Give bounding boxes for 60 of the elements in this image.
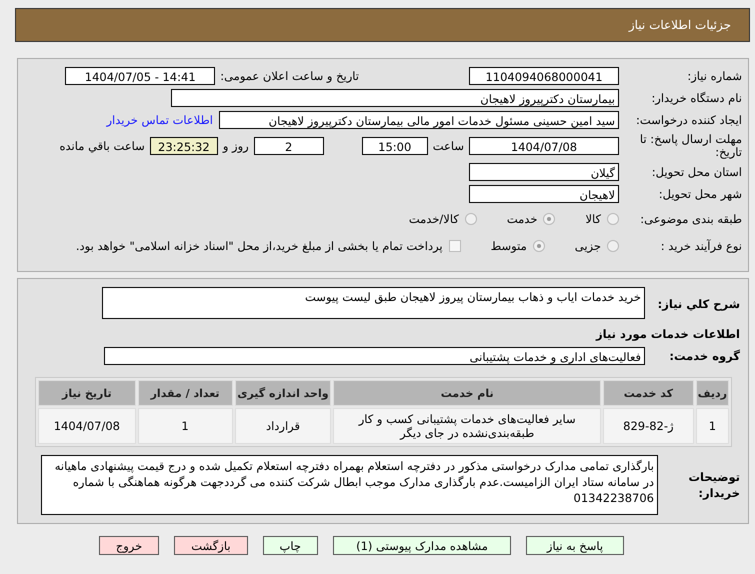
- radio-label: خدمت: [506, 212, 538, 226]
- table-cell: 1: [696, 408, 729, 444]
- radio-label: جزیی: [574, 238, 601, 252]
- table-cell: 1404/07/08: [38, 408, 136, 444]
- radio-button[interactable]: [532, 240, 545, 252]
- field-label: ساعت باقي مانده: [58, 139, 146, 153]
- checkbox-label: پرداخت تمام یا بخشی از مبلغ خرید،از محل "اسناد خزانه اسلامی" خواهد بود.: [76, 238, 443, 252]
- field-label: طبقه بندی موضوعی:: [639, 212, 743, 226]
- column-header: واحد اندازه گیری: [234, 380, 332, 406]
- column-header: کد خدمت: [602, 380, 694, 406]
- city-field: لاهیجان: [469, 185, 619, 203]
- radio-button[interactable]: [607, 240, 619, 252]
- column-header: تعداد / مقدار: [138, 380, 233, 406]
- radio-button[interactable]: [464, 212, 477, 224]
- field-label: شماره نیاز:: [686, 69, 743, 83]
- table-cell: 1: [138, 408, 233, 444]
- field-label: نوع فرآیند خرید :: [660, 238, 743, 252]
- section-heading: اطلاعات خدمات مورد نیاز: [596, 327, 741, 341]
- deadline-time-field: 15:00: [362, 137, 428, 155]
- column-header: نام خدمت: [333, 380, 601, 406]
- buyer-notes-field: بارگذاری تمامی مدارک درخواستی مذکور در دفترچه استعلام بهمراه دفترچه استعلام تکمیل شده و درج قیمت پیشنهادی ماهیانه در سامانه ستاد ایران الزامیست.عدم بارگذاری مدارک موجب ابطال شرکت کننده می گرددجهت هرگونه هماهنگی با شماره 01342238706: [41, 455, 658, 515]
- column-header: ردیف: [696, 380, 729, 406]
- field-label: مهلت ارسال پاسخ: تا تاریخ:: [638, 133, 743, 159]
- deadline-date-field: 1404/07/08: [469, 137, 619, 155]
- action-button[interactable]: چاپ: [262, 536, 318, 555]
- field-label: استان محل تحویل:: [650, 165, 743, 179]
- creator-field: سید امین حسینی مسئول خدمات امور مالی بیمارستان دکترپیروز لاهیجان: [219, 111, 619, 129]
- field-label: توضیحات خریدار:: [688, 469, 741, 501]
- radio-label: کالا/خدمت: [408, 212, 459, 226]
- column-header: تاریخ نیاز: [38, 380, 136, 406]
- radio-label: متوسط: [490, 238, 527, 252]
- announce-date-field: 1404/07/05 - 14:41: [65, 67, 216, 85]
- checkbox[interactable]: [448, 240, 461, 252]
- action-button[interactable]: خروج: [98, 536, 160, 555]
- field-label: تاریخ و ساعت اعلان عمومی:: [219, 69, 360, 83]
- action-button[interactable]: مشاهده مدارک پیوستی (1): [333, 536, 511, 555]
- page-title: جزئیات اطلاعات نیاز: [628, 18, 731, 32]
- days-field: 2: [254, 137, 324, 155]
- radio-button[interactable]: [607, 212, 619, 224]
- field-label: شرح کلي نياز:: [656, 297, 741, 311]
- table-cell: قرارداد: [234, 408, 332, 444]
- field-label: روز و: [221, 139, 250, 153]
- field-label: گروه خدمت:: [668, 349, 741, 363]
- buyer-field: بیمارستان دکترپیروز لاهیجان: [171, 89, 619, 107]
- radio-button[interactable]: [543, 212, 556, 224]
- buyer-contact-link[interactable]: اطلاعات تماس خریدار: [106, 113, 213, 127]
- field-label: ایجاد کننده درخواست:: [635, 113, 743, 127]
- service-group-field: فعالیت‌های اداری و خدمات پشتیبانی: [104, 347, 645, 365]
- action-button[interactable]: بازگشت: [174, 536, 248, 555]
- field-label: ساعت: [432, 139, 465, 153]
- description-field: خرید خدمات ایاب و ذهاب بیمارستان پیروز لاهیجان طبق لیست پیوست: [102, 287, 645, 319]
- field-label: نام دستگاه خریدار:: [650, 91, 743, 105]
- remaining-time-field: 23:25:32: [150, 137, 218, 155]
- action-button[interactable]: پاسخ به نیاز: [526, 536, 624, 555]
- province-field: گیلان: [469, 163, 619, 181]
- field-label: شهر محل تحویل:: [658, 187, 743, 201]
- radio-label: کالا: [585, 212, 601, 226]
- need-number-field: 1104094068000041: [469, 67, 619, 85]
- table-cell: ژ-82-829: [602, 408, 694, 444]
- table-cell: سایر فعالیت‌های خدمات پشتیبانی کسب و کار طبقه‌بندی‌نشده در جای دیگر: [333, 408, 601, 444]
